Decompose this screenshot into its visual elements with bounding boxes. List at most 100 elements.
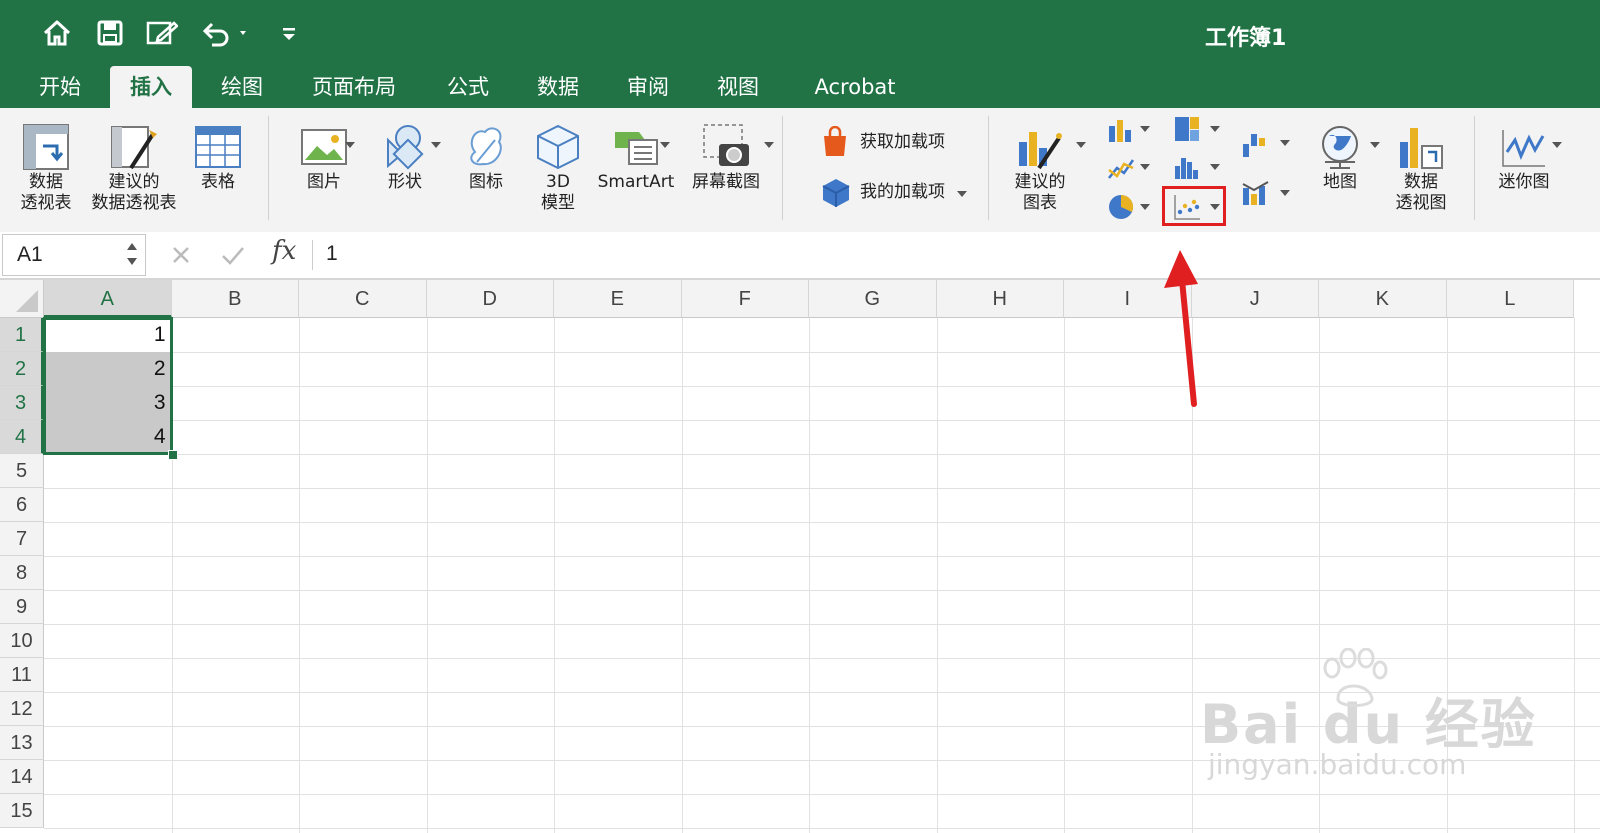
document-title: 工作簿1 [1205, 26, 1287, 51]
save-icon[interactable] [93, 16, 127, 50]
column-header-a[interactable]: A [44, 280, 172, 318]
row-header-2[interactable]: 2 [0, 352, 44, 386]
grid-line [299, 318, 300, 833]
pivot-chart-button[interactable]: 数据 透视图 [1384, 122, 1458, 214]
fill-handle[interactable] [167, 450, 178, 460]
maps-button[interactable]: 地图 [1300, 122, 1380, 193]
column-header-k[interactable]: K [1319, 280, 1447, 318]
undo-icon[interactable] [200, 16, 256, 50]
pictures-button[interactable]: 图片 [284, 122, 364, 193]
tab-data[interactable]: 数据 [518, 66, 598, 108]
hierarchy-chart-icon[interactable] [1172, 114, 1202, 149]
tab-insert[interactable]: 插入 [110, 66, 192, 108]
column-header-e[interactable]: E [554, 280, 682, 318]
sparklines-dropdown-icon[interactable] [1552, 142, 1562, 148]
red-arrow-icon [1164, 250, 1198, 407]
pivot-table-label: 数据 透视表 [20, 172, 72, 213]
statistic-chart-icon[interactable] [1172, 152, 1202, 187]
select-all-button[interactable] [0, 280, 44, 318]
screenshot-dropdown-icon[interactable] [764, 142, 774, 148]
pictures-dropdown-icon[interactable] [345, 142, 355, 148]
table-button[interactable]: 表格 [188, 122, 248, 193]
column-chart-icon[interactable] [1106, 116, 1136, 151]
row-header-11[interactable]: 11 [0, 658, 44, 692]
row-header-9[interactable]: 9 [0, 590, 44, 624]
table-icon [195, 126, 241, 168]
name-box[interactable]: A1 [2, 234, 146, 276]
waterfall-chart-icon[interactable] [1240, 130, 1272, 165]
grid-line [1064, 318, 1065, 833]
column-header-c[interactable]: C [299, 280, 427, 318]
tab-draw[interactable]: 绘图 [202, 66, 282, 108]
statistic-chart-dropdown-icon[interactable] [1210, 164, 1220, 170]
row-header-7[interactable]: 7 [0, 522, 44, 556]
row-header-3[interactable]: 3 [0, 386, 44, 420]
column-chart-dropdown-icon[interactable] [1140, 126, 1150, 132]
home-icon[interactable] [40, 16, 74, 50]
sparklines-button[interactable]: 迷你图 [1484, 122, 1564, 193]
row-header-1[interactable]: 1 [0, 318, 44, 352]
recommended-charts-dropdown-icon[interactable] [1076, 142, 1086, 148]
line-chart-dropdown-icon[interactable] [1140, 164, 1150, 170]
insert-function-icon[interactable]: fx [272, 236, 296, 266]
formula-input[interactable]: 1 [326, 242, 338, 266]
smartart-button[interactable]: SmartArt [594, 122, 678, 193]
row-header-13[interactable]: 13 [0, 726, 44, 760]
column-header-h[interactable]: H [936, 280, 1064, 318]
tab-acrobat[interactable]: Acrobat [800, 66, 910, 108]
customize-icon[interactable] [272, 16, 306, 50]
grid-line [426, 318, 428, 833]
3d-models-label: 3D 模型 [541, 172, 575, 213]
tab-home[interactable]: 开始 [20, 66, 100, 108]
tab-page-layout[interactable]: 页面布局 [298, 66, 410, 108]
line-chart-icon[interactable] [1106, 154, 1136, 189]
grid-line [44, 794, 1600, 795]
row-header-10[interactable]: 10 [0, 624, 44, 658]
screenshot-button[interactable]: 屏幕截图 [684, 122, 768, 193]
hierarchy-chart-dropdown-icon[interactable] [1210, 126, 1220, 132]
title-bar: 工作簿1 [0, 0, 1600, 66]
row-header-15[interactable]: 15 [0, 794, 44, 828]
sparklines-label: 迷你图 [1498, 172, 1550, 192]
ribbon: 数据 透视表 建议的 数据透视表 表格 图片 形状 图标 3D 模型 Smart… [0, 108, 1600, 233]
shapes-dropdown-icon[interactable] [431, 142, 441, 148]
name-box-stepper-icon[interactable] [125, 239, 139, 269]
recommended-pivot-icon [111, 126, 157, 170]
3d-models-button[interactable]: 3D 模型 [528, 122, 588, 214]
enter-icon[interactable] [220, 244, 246, 266]
row-header-12[interactable]: 12 [0, 692, 44, 726]
row-header-14[interactable]: 14 [0, 760, 44, 794]
waterfall-chart-dropdown-icon[interactable] [1280, 140, 1290, 146]
tab-review[interactable]: 审阅 [608, 66, 688, 108]
column-header-g[interactable]: G [809, 280, 937, 318]
row-header-4[interactable]: 4 [0, 420, 44, 454]
tab-formulas[interactable]: 公式 [428, 66, 508, 108]
grid-line [44, 828, 1600, 829]
row-header-6[interactable]: 6 [0, 488, 44, 522]
cancel-icon[interactable] [170, 244, 192, 266]
table-label: 表格 [201, 172, 235, 192]
column-header-f[interactable]: F [681, 280, 809, 318]
column-header-d[interactable]: D [426, 280, 554, 318]
column-header-b[interactable]: B [171, 280, 299, 318]
smartart-dropdown-icon[interactable] [660, 142, 670, 148]
shapes-icon [387, 125, 424, 170]
row-header-8[interactable]: 8 [0, 556, 44, 590]
recommended-charts-button[interactable]: 建议的 图表 [1000, 122, 1080, 214]
shapes-button[interactable]: 形状 [370, 122, 440, 193]
row-header-5[interactable]: 5 [0, 454, 44, 488]
icons-button[interactable]: 图标 [454, 122, 518, 193]
combo-chart-icon[interactable] [1240, 178, 1272, 213]
recommended-pivot-button[interactable]: 建议的 数据透视表 [86, 122, 182, 214]
grid-line [44, 352, 1600, 353]
column-header-l[interactable]: L [1446, 280, 1574, 318]
recommended-charts-label: 建议的 图表 [1014, 172, 1066, 213]
pie-chart-icon[interactable] [1106, 192, 1136, 227]
pie-chart-dropdown-icon[interactable] [1140, 204, 1150, 210]
combo-chart-dropdown-icon[interactable] [1280, 190, 1290, 196]
maps-dropdown-icon[interactable] [1370, 142, 1380, 148]
tab-view[interactable]: 视图 [698, 66, 778, 108]
my-addins-dropdown-icon[interactable] [957, 191, 967, 197]
edit-icon[interactable] [145, 16, 179, 50]
pivot-table-button[interactable]: 数据 透视表 [10, 122, 82, 214]
